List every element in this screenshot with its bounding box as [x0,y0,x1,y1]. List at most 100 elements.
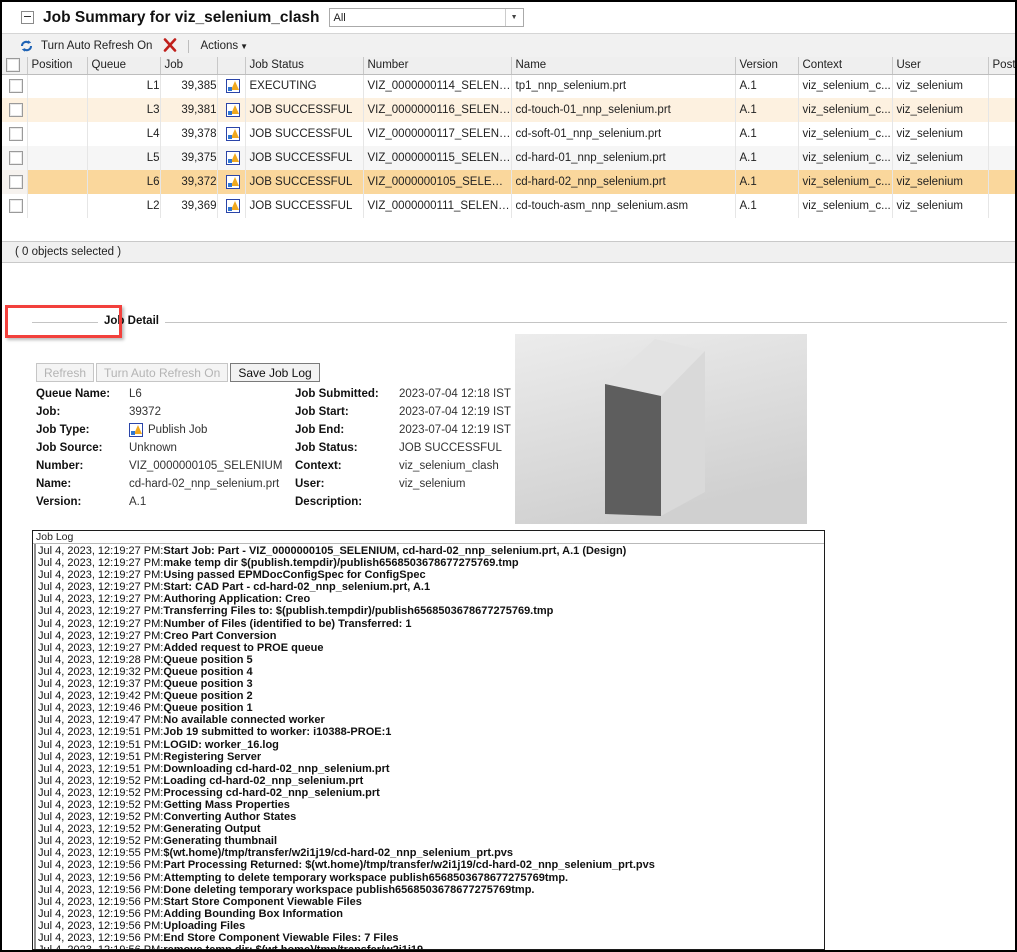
refresh-button[interactable]: Refresh [36,363,95,382]
detail-field-label: User: [295,478,325,490]
job-log-line: Jul 4, 2023, 12:19:56 PM:Part Processing… [38,859,655,872]
row-checkbox[interactable] [9,127,24,141]
cell-job-status: JOB SUCCESSFUL [245,122,364,146]
auto-refresh-icon[interactable] [19,39,34,53]
detail-field-value: viz_selenium_clash [399,460,499,472]
publish-job-icon [217,170,246,194]
detail-field-label: Job Source: [36,442,103,454]
table-row[interactable]: L5 39,375 JOB SUCCESSFUL VIZ_0000000115_SEL… [2,146,1015,170]
row-checkbox[interactable] [9,175,24,189]
red-x-icon[interactable] [163,38,177,54]
jobs-table: Position Queue Job Job Status Number Nam… [2,57,1015,218]
row-checkbox[interactable] [9,79,24,94]
cell-job: 39,375 [160,146,218,170]
cell-job: 39,369 [160,194,218,218]
actions-menu-button[interactable]: Actions ▼ [200,40,248,52]
col-job[interactable]: Job [160,57,218,75]
table-row[interactable]: L4 39,378 JOB SUCCESSFUL VIZ_0000000117_SEL… [2,122,1015,146]
cell-context: viz_selenium_c... [798,98,893,122]
cell-post-job [988,194,1015,218]
job-detail-buttons: Refresh Turn Auto Refresh On Save Job Lo… [36,363,320,382]
job-log-line: Jul 4, 2023, 12:19:42 PM:Queue position … [38,690,253,703]
detail-field-value: 2023-07-04 12:19 IST [399,424,511,436]
col-context[interactable]: Context [798,57,893,75]
turn-auto-refresh-on-button[interactable]: Turn Auto Refresh On [96,363,229,382]
detail-field-value: JOB SUCCESSFUL [399,442,502,454]
col-type-icon[interactable] [217,57,246,75]
row-checkbox-cell[interactable] [2,122,28,146]
jobs-table-container[interactable]: Position Queue Job Job Status Number Nam… [2,57,1015,241]
col-position[interactable]: Position [27,57,88,75]
row-checkbox[interactable] [9,151,24,165]
cell-name: cd-soft-01_nnp_selenium.prt [511,122,736,146]
detail-field-label: Queue Name: [36,388,111,400]
job-log-line: Jul 4, 2023, 12:19:27 PM:Start Job: Part… [38,545,627,557]
row-checkbox[interactable] [9,103,24,117]
turn-auto-refresh-on-link[interactable]: Turn Auto Refresh On [41,40,152,52]
selection-status-text: ( 0 objects selected ) [15,246,122,258]
cell-queue: L2 [87,194,161,218]
cell-name: cd-hard-02_nnp_selenium.prt [511,170,736,194]
detail-field-value: cd-hard-02_nnp_selenium.prt [129,478,280,490]
table-row[interactable]: L2 39,369 JOB SUCCESSFUL VIZ_0000000111_SEL… [2,194,1015,218]
row-checkbox-cell[interactable] [2,146,28,170]
job-log-line: Jul 4, 2023, 12:19:56 PM:Uploading Files [38,919,246,932]
table-row[interactable]: L6 39,372 JOB SUCCESSFUL VIZ_0000000105_SEL… [2,170,1015,194]
cell-position [27,122,88,146]
cell-post-job [988,122,1015,146]
job-log-title: Job Log [33,531,824,544]
job-log-line: Jul 4, 2023, 12:19:51 PM:Job 19 submitte… [38,726,392,739]
row-checkbox-cell[interactable] [2,74,28,98]
select-all-header[interactable] [2,57,28,75]
jobs-table-header-row: Position Queue Job Job Status Number Nam… [2,57,1015,75]
minus-box-icon[interactable] [21,11,34,24]
cell-number: VIZ_0000000117_SELENIUM [363,122,512,146]
cell-user: viz_selenium [892,170,989,194]
col-post-job[interactable]: Post Job [988,57,1015,75]
job-filter-select[interactable]: All ▼ [328,8,524,27]
job-log-line: Jul 4, 2023, 12:19:27 PM:Number of Files… [38,617,412,630]
cell-queue: L5 [87,146,161,170]
col-user[interactable]: User [892,57,989,75]
cell-name: cd-hard-01_nnp_selenium.prt [511,146,736,170]
cell-context: viz_selenium_c... [798,122,893,146]
job-log-line: Jul 4, 2023, 12:19:55 PM:$(wt.home)/tmp/… [38,847,514,860]
cell-version: A.1 [735,194,799,218]
job-log-panel[interactable]: Job Log Jul 4, 2023, 12:19:27 PM:Start J… [32,530,825,950]
col-version[interactable]: Version [735,57,799,75]
row-checkbox-cell[interactable] [2,98,28,122]
detail-field-label: Name: [36,478,72,490]
col-number[interactable]: Number [363,57,512,75]
job-log-line: Jul 4, 2023, 12:19:52 PM:Getting Mass Pr… [38,798,290,811]
job-log-line: Jul 4, 2023, 12:19:52 PM:Generating thum… [38,835,278,848]
col-name[interactable]: Name [511,57,736,75]
cell-name: cd-touch-01_nnp_selenium.prt [511,98,736,122]
cell-queue: L1 [87,74,161,98]
detail-field-label: Job Start: [295,406,349,418]
detail-field-value: 2023-07-04 12:19 IST [399,406,511,418]
job-log-line: Jul 4, 2023, 12:19:56 PM:remove temp dir… [38,944,824,949]
cell-position [27,146,88,170]
table-row[interactable]: L1 39,385 EXECUTING VIZ_0000000114_SELENIUM… [2,74,1015,98]
annotation-highlight-box [5,305,125,341]
row-checkbox-cell[interactable] [2,170,28,194]
publish-job-icon [217,194,246,218]
row-checkbox[interactable] [9,199,24,213]
table-row[interactable]: L3 39,381 JOB SUCCESSFUL VIZ_0000000116_SEL… [2,98,1015,122]
job-log-line: Jul 4, 2023, 12:19:27 PM:Creo Part Conve… [38,629,277,642]
detail-field-label: Context: [295,460,342,472]
select-all-checkbox[interactable] [6,58,20,73]
col-job-status[interactable]: Job Status [245,57,364,75]
detail-field-label: Number: [36,460,84,472]
row-checkbox-cell[interactable] [2,194,28,218]
cell-queue: L6 [87,170,161,194]
detail-field-label: Job: [36,406,61,418]
col-queue[interactable]: Queue [87,57,161,75]
caret-down-icon: ▼ [240,42,249,51]
job-log-line: Jul 4, 2023, 12:19:51 PM:Downloading cd-… [38,762,390,775]
cell-user: viz_selenium [892,74,989,98]
section-spacer [2,263,1015,303]
chevron-down-icon[interactable]: ▼ [504,9,523,26]
detail-field-value: viz_selenium [399,478,466,490]
save-job-log-button[interactable]: Save Job Log [230,363,320,382]
